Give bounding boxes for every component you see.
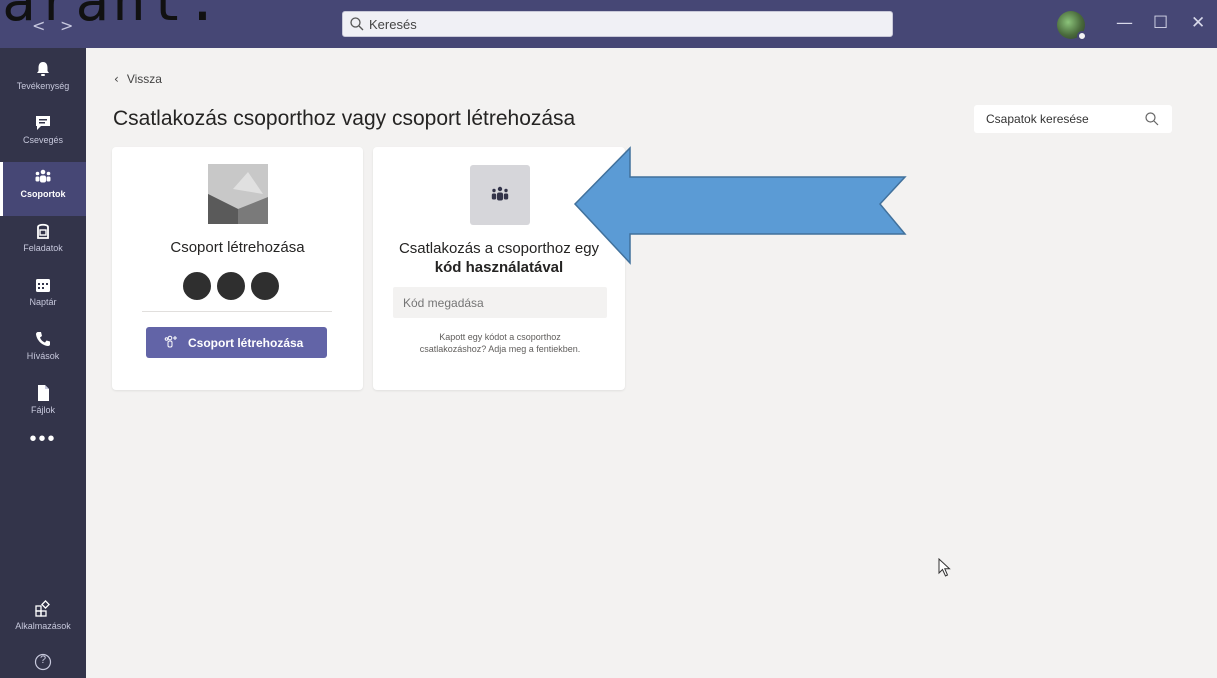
- file-icon: [38, 385, 49, 401]
- teams-search-input[interactable]: Csapatok keresése: [974, 105, 1172, 133]
- search-placeholder: Keresés: [369, 17, 417, 32]
- avatar[interactable]: [1057, 11, 1087, 41]
- more-apps-button[interactable]: •••: [0, 428, 86, 451]
- rail-item-label: Alkalmazások: [15, 621, 71, 631]
- rail-item-label: Naptár: [29, 297, 57, 307]
- chevron-left-icon: ‹: [114, 72, 119, 86]
- rail-item-calls[interactable]: Hívások: [0, 324, 86, 378]
- code-help-line2: csatlakozáshoz? Adja meg a fentiekben.: [419, 344, 581, 354]
- help-glyph: ?: [39, 654, 47, 666]
- code-help-line1: Kapott egy kódot a csoporthoz: [439, 332, 561, 342]
- presence-status-icon: [1077, 31, 1087, 41]
- landscape-icon: [208, 164, 268, 224]
- divider: [142, 311, 332, 312]
- maximize-button[interactable]: ☐: [1153, 13, 1168, 33]
- add-team-icon: [164, 335, 177, 348]
- team-code-input[interactable]: [393, 287, 607, 318]
- create-team-button[interactable]: Csoport létrehozása: [146, 327, 327, 358]
- back-link[interactable]: ‹ Vissza: [114, 72, 162, 86]
- overlay-caption: arant.: [2, 0, 223, 34]
- search-input[interactable]: Keresés: [342, 11, 893, 37]
- create-team-title: Csoport létrehozása: [170, 239, 305, 256]
- close-button[interactable]: ✕: [1191, 13, 1205, 33]
- mouse-cursor-icon: [938, 558, 951, 577]
- rail-item-apps[interactable]: Alkalmazások: [0, 594, 86, 648]
- team-image-placeholder: [208, 164, 268, 224]
- teams-icon: [491, 186, 509, 201]
- avatar: [215, 270, 247, 302]
- app-bar: Tevékenység Csevegés Csoportok Feladatok: [0, 48, 86, 678]
- rail-item-activity[interactable]: Tevékenység: [0, 54, 86, 108]
- rail-item-label: Tevékenység: [16, 81, 70, 91]
- create-team-card: Csoport létrehozása Csoport létrehozása: [112, 147, 363, 390]
- assignments-icon: [37, 223, 49, 239]
- apps-icon: [35, 600, 50, 617]
- avatar: [249, 270, 281, 302]
- member-avatars: [181, 270, 301, 302]
- rail-item-chat[interactable]: Csevegés: [0, 108, 86, 162]
- chat-icon: [36, 116, 50, 130]
- teams-search-placeholder: Csapatok keresése: [986, 112, 1089, 126]
- rail-item-label: Csoportok: [20, 189, 66, 199]
- teams-icon: [35, 169, 51, 183]
- rail-item-teams[interactable]: Csoportok: [0, 162, 86, 216]
- calendar-icon: [36, 279, 50, 292]
- search-icon: [350, 17, 364, 31]
- rail-item-label: Csevegés: [22, 135, 64, 145]
- bell-icon: [37, 62, 49, 76]
- rail-item-files[interactable]: Fájlok: [0, 378, 86, 432]
- create-team-button-label: Csoport létrehozása: [188, 336, 304, 350]
- page-title: Csatlakozás csoporthoz vagy csoport létr…: [113, 107, 576, 130]
- back-label: Vissza: [126, 72, 162, 86]
- rail-item-label: Feladatok: [23, 243, 63, 253]
- team-icon-tile: [470, 165, 530, 225]
- rail-item-calendar[interactable]: Naptár: [0, 270, 86, 324]
- rail-item-assignments[interactable]: Feladatok: [0, 216, 86, 270]
- annotation-arrow-icon: [573, 146, 907, 265]
- avatar: [181, 270, 213, 302]
- help-button[interactable]: ?: [0, 648, 86, 678]
- search-icon: [1145, 112, 1159, 126]
- rail-item-label: Hívások: [26, 351, 60, 361]
- minimize-button[interactable]: —: [1116, 13, 1133, 33]
- phone-icon: [36, 332, 50, 346]
- code-help-text: Kapott egy kódot a csoporthoz csatlakozá…: [393, 331, 607, 355]
- rail-item-label: Fájlok: [30, 405, 55, 415]
